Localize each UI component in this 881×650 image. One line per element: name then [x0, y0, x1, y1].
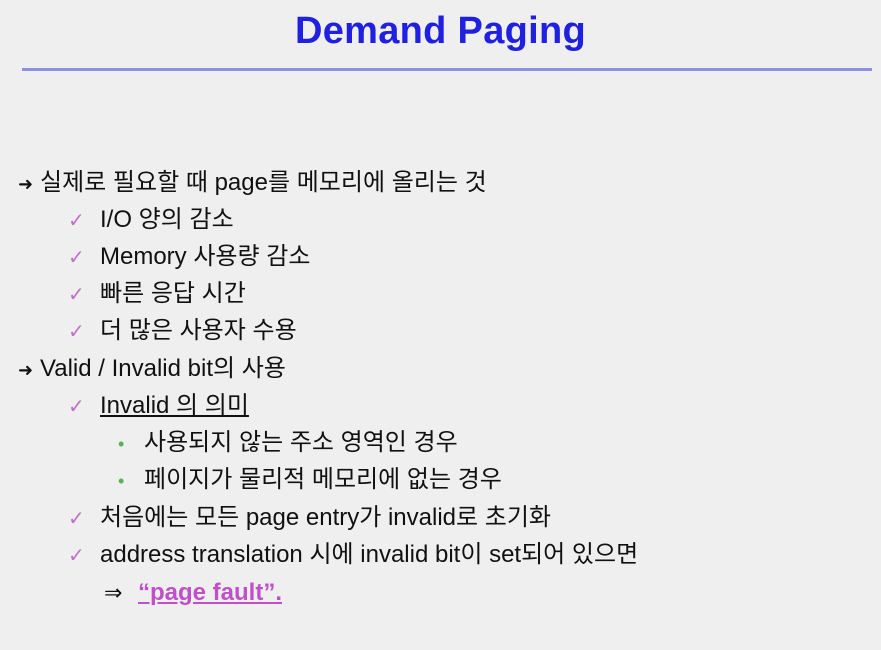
bullet-1-text: 실제로 필요할 때 page를 메모리에 올리는 것	[40, 169, 487, 196]
sub-bullet-text: Memory 사용량 감소	[100, 243, 311, 270]
check-icon: ✓	[68, 396, 85, 418]
sub-sub-bullet: • 페이지가 물리적 메모리에 없는 경우	[118, 465, 502, 496]
dot-bullet-icon: •	[118, 434, 125, 454]
title-divider	[22, 68, 872, 71]
result-line: ⇒ “page fault”.	[104, 578, 282, 608]
check-icon: ✓	[68, 210, 85, 232]
arrow-bullet-icon: ➜	[18, 360, 34, 380]
check-icon: ✓	[68, 321, 85, 343]
arrow-bullet-icon: ➜	[18, 174, 34, 194]
check-icon: ✓	[68, 508, 85, 530]
check-icon: ✓	[68, 247, 85, 269]
slide: Demand Paging ➜ 실제로 필요할 때 page를 메모리에 올리는 …	[0, 0, 881, 650]
sub-bullet: ✓ Invalid 의 의미	[68, 391, 249, 422]
dot-bullet-icon: •	[118, 471, 125, 491]
slide-title: Demand Paging	[294, 10, 587, 52]
bullet-2-text: Valid / Invalid bit의 사용	[40, 355, 286, 382]
sub-bullet-text: address translation 시에 invalid bit이 set되…	[100, 541, 639, 568]
implies-arrow-icon: ⇒	[104, 580, 123, 605]
sub-bullet-text: I/O 양의 감소	[100, 206, 234, 233]
bullet-1: ➜ 실제로 필요할 때 page를 메모리에 올리는 것	[18, 168, 487, 199]
sub-bullet: ✓ 처음에는 모든 page entry가 invalid로 초기화	[68, 503, 551, 534]
sub-bullet-text: Invalid 의 의미	[100, 392, 249, 419]
page-fault-text: “page fault”.	[138, 579, 283, 606]
sub-bullet-text: 더 많은 사용자 수용	[100, 317, 297, 344]
sub-sub-bullet-text: 페이지가 물리적 메모리에 없는 경우	[144, 466, 502, 493]
sub-bullet-text: 빠른 응답 시간	[100, 280, 246, 307]
sub-bullet: ✓ 빠른 응답 시간	[68, 279, 246, 310]
sub-bullet: ✓ 더 많은 사용자 수용	[68, 316, 297, 347]
sub-bullet: ✓ address translation 시에 invalid bit이 set…	[68, 540, 638, 571]
check-icon: ✓	[68, 284, 85, 306]
sub-bullet: ✓ Memory 사용량 감소	[68, 242, 310, 273]
sub-sub-bullet: • 사용되지 않는 주소 영역인 경우	[118, 428, 458, 459]
check-icon: ✓	[68, 545, 85, 567]
sub-sub-bullet-text: 사용되지 않는 주소 영역인 경우	[144, 429, 458, 456]
bullet-2: ➜ Valid / Invalid bit의 사용	[18, 354, 286, 385]
sub-bullet-text: 처음에는 모든 page entry가 invalid로 초기화	[100, 504, 552, 531]
sub-bullet: ✓ I/O 양의 감소	[68, 205, 234, 236]
